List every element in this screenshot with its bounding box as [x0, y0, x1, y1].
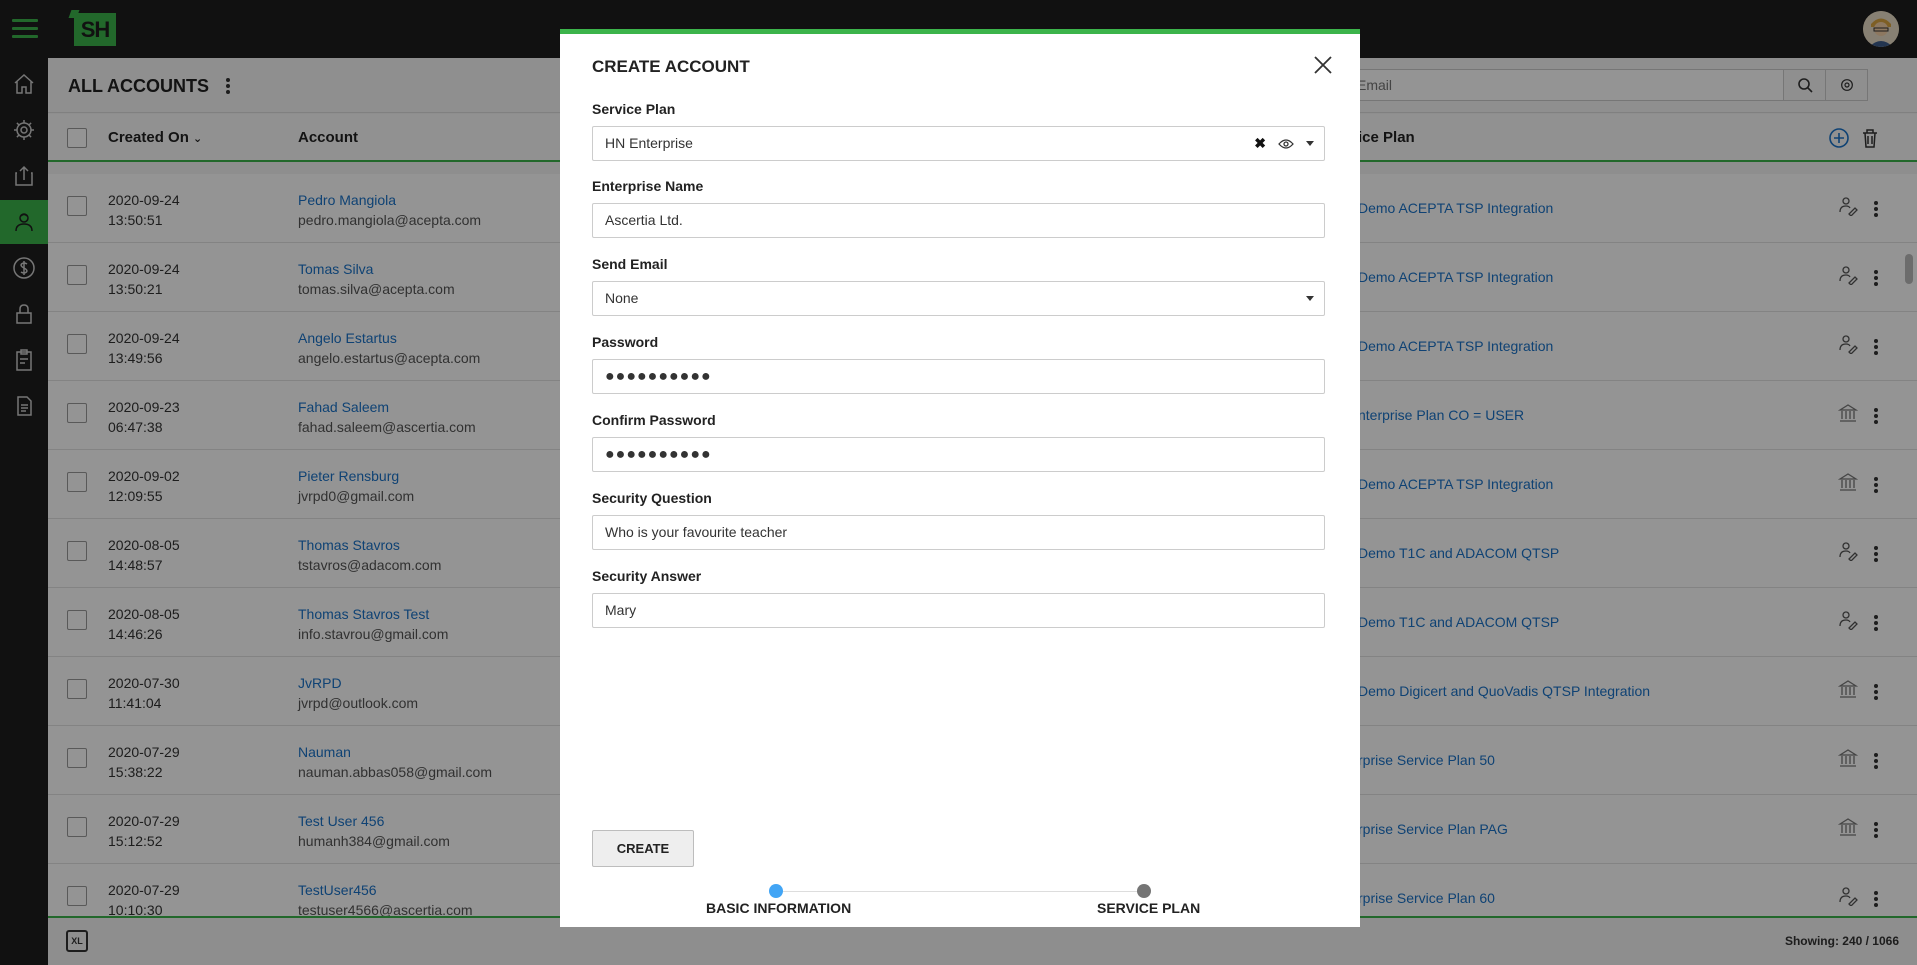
send-email-select[interactable]: None [592, 281, 1325, 316]
chevron-down-icon[interactable] [1306, 296, 1314, 301]
create-account-modal: CREATE ACCOUNT Service Plan HN Enterpris… [560, 29, 1360, 927]
security-answer-label: Security Answer [592, 568, 702, 584]
send-email-value: None [605, 290, 639, 306]
step-service-plan-label: SERVICE PLAN [1097, 900, 1201, 916]
step-service-plan-dot[interactable] [1137, 884, 1151, 898]
security-question-label: Security Question [592, 490, 712, 506]
step-basic-information-dot[interactable] [769, 884, 783, 898]
service-plan-value: HN Enterprise [605, 135, 693, 151]
eye-icon[interactable] [1278, 138, 1294, 150]
enterprise-name-field[interactable]: Ascertia Ltd. [592, 203, 1325, 238]
step-basic-information-label: BASIC INFORMATION [706, 900, 852, 916]
modal-title: CREATE ACCOUNT [592, 57, 750, 76]
close-button[interactable] [1312, 54, 1334, 76]
clear-icon[interactable]: ✖ [1254, 127, 1266, 160]
send-email-label: Send Email [592, 256, 668, 272]
close-icon [1314, 56, 1332, 74]
service-plan-select[interactable]: HN Enterprise ✖ [592, 126, 1325, 161]
chevron-down-icon[interactable] [1306, 141, 1314, 146]
password-label: Password [592, 334, 659, 350]
stepper-line [776, 891, 1144, 892]
security-question-field[interactable]: Who is your favourite teacher [592, 515, 1325, 550]
password-field[interactable]: ●●●●●●●●●● [592, 359, 1325, 394]
confirm-password-field[interactable]: ●●●●●●●●●● [592, 437, 1325, 472]
confirm-password-label: Confirm Password [592, 412, 716, 428]
enterprise-name-label: Enterprise Name [592, 178, 704, 194]
service-plan-label: Service Plan [592, 101, 676, 117]
create-button[interactable]: CREATE [592, 830, 694, 867]
security-answer-field[interactable]: Mary [592, 593, 1325, 628]
